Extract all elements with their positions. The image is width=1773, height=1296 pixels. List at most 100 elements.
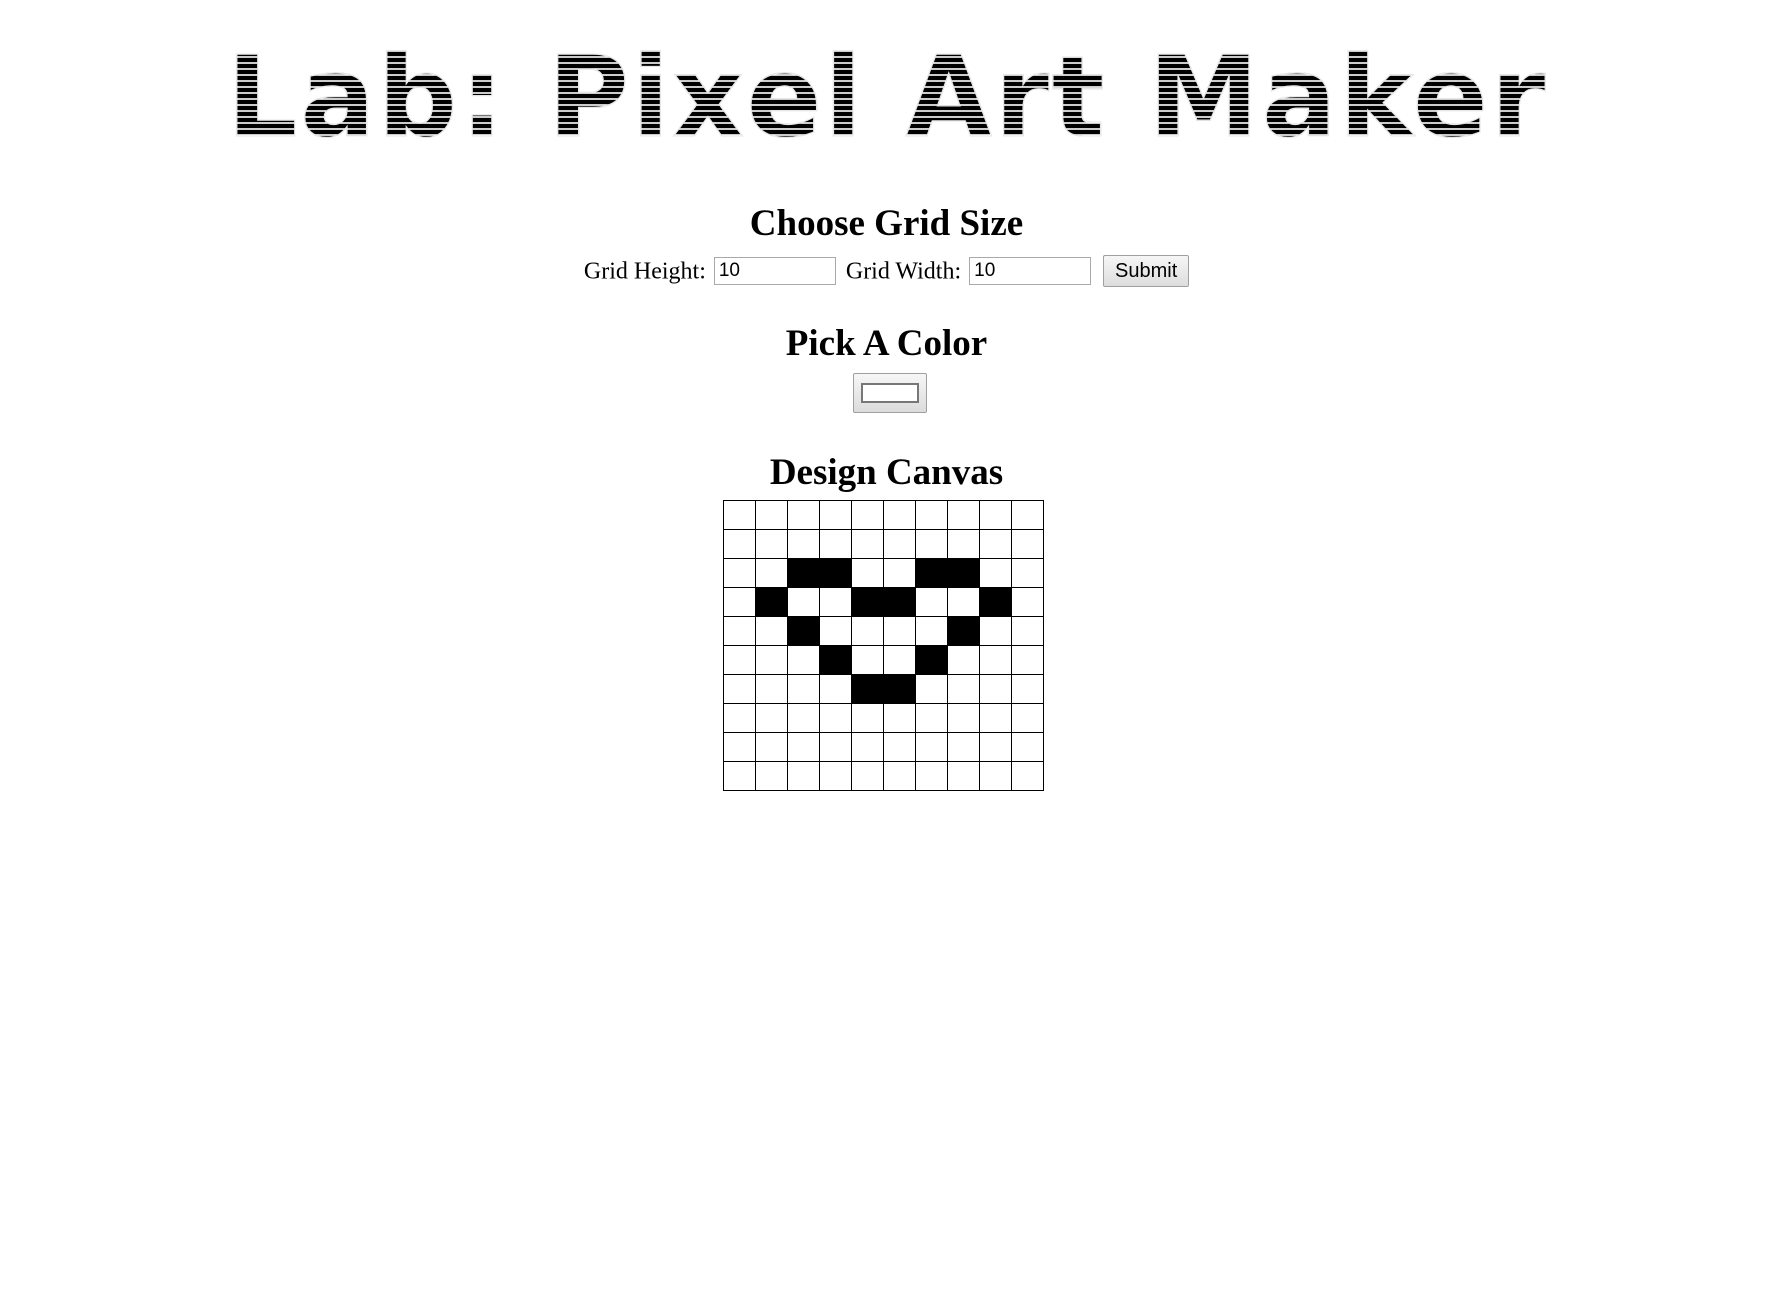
canvas-cell[interactable] xyxy=(819,674,852,704)
canvas-cell[interactable] xyxy=(883,703,916,733)
canvas-cell[interactable] xyxy=(947,529,980,559)
canvas-cell[interactable] xyxy=(1011,587,1044,617)
canvas-cell[interactable] xyxy=(851,558,884,588)
canvas-cell[interactable] xyxy=(787,529,820,559)
canvas-cell[interactable] xyxy=(723,558,756,588)
canvas-cell[interactable] xyxy=(723,674,756,704)
canvas-cell[interactable] xyxy=(723,529,756,559)
canvas-cell[interactable] xyxy=(1011,500,1044,530)
canvas-cell[interactable] xyxy=(947,616,980,646)
canvas-cell[interactable] xyxy=(883,732,916,762)
canvas-cell[interactable] xyxy=(787,761,820,791)
canvas-cell[interactable] xyxy=(787,558,820,588)
canvas-cell[interactable] xyxy=(979,529,1012,559)
canvas-cell[interactable] xyxy=(851,761,884,791)
canvas-cell[interactable] xyxy=(915,558,948,588)
canvas-cell[interactable] xyxy=(755,761,788,791)
canvas-cell[interactable] xyxy=(979,761,1012,791)
canvas-cell[interactable] xyxy=(947,558,980,588)
canvas-cell[interactable] xyxy=(787,732,820,762)
canvas-cell[interactable] xyxy=(723,732,756,762)
canvas-cell[interactable] xyxy=(915,732,948,762)
canvas-cell[interactable] xyxy=(915,645,948,675)
canvas-cell[interactable] xyxy=(819,645,852,675)
canvas-cell[interactable] xyxy=(755,645,788,675)
canvas-cell[interactable] xyxy=(883,761,916,791)
canvas-cell[interactable] xyxy=(883,616,916,646)
canvas-cell[interactable] xyxy=(947,674,980,704)
canvas-cell[interactable] xyxy=(915,529,948,559)
canvas-cell[interactable] xyxy=(851,645,884,675)
canvas-cell[interactable] xyxy=(819,558,852,588)
color-picker-input[interactable] xyxy=(853,373,927,413)
canvas-cell[interactable] xyxy=(723,616,756,646)
canvas-cell[interactable] xyxy=(851,732,884,762)
canvas-cell[interactable] xyxy=(979,587,1012,617)
canvas-cell[interactable] xyxy=(979,674,1012,704)
canvas-cell[interactable] xyxy=(1011,616,1044,646)
canvas-cell[interactable] xyxy=(755,558,788,588)
canvas-cell[interactable] xyxy=(883,558,916,588)
canvas-cell[interactable] xyxy=(947,732,980,762)
canvas-cell[interactable] xyxy=(851,674,884,704)
canvas-cell[interactable] xyxy=(915,761,948,791)
canvas-cell[interactable] xyxy=(819,587,852,617)
canvas-cell[interactable] xyxy=(1011,674,1044,704)
canvas-cell[interactable] xyxy=(851,703,884,733)
canvas-cell[interactable] xyxy=(851,500,884,530)
canvas-cell[interactable] xyxy=(979,558,1012,588)
canvas-cell[interactable] xyxy=(819,500,852,530)
canvas-cell[interactable] xyxy=(723,703,756,733)
canvas-cell[interactable] xyxy=(819,761,852,791)
canvas-cell[interactable] xyxy=(1011,703,1044,733)
canvas-cell[interactable] xyxy=(787,645,820,675)
grid-width-input[interactable] xyxy=(969,257,1092,286)
canvas-cell[interactable] xyxy=(883,529,916,559)
submit-button[interactable]: Submit xyxy=(1103,255,1190,288)
canvas-cell[interactable] xyxy=(755,674,788,704)
canvas-cell[interactable] xyxy=(723,645,756,675)
canvas-cell[interactable] xyxy=(851,587,884,617)
canvas-cell[interactable] xyxy=(883,645,916,675)
canvas-cell[interactable] xyxy=(787,674,820,704)
canvas-cell[interactable] xyxy=(979,616,1012,646)
canvas-cell[interactable] xyxy=(1011,732,1044,762)
canvas-cell[interactable] xyxy=(915,616,948,646)
canvas-cell[interactable] xyxy=(915,500,948,530)
canvas-cell[interactable] xyxy=(819,732,852,762)
canvas-cell[interactable] xyxy=(947,761,980,791)
canvas-cell[interactable] xyxy=(819,703,852,733)
canvas-cell[interactable] xyxy=(819,529,852,559)
canvas-cell[interactable] xyxy=(755,732,788,762)
pixel-canvas[interactable] xyxy=(723,500,1044,791)
canvas-cell[interactable] xyxy=(819,616,852,646)
canvas-cell[interactable] xyxy=(787,587,820,617)
canvas-cell[interactable] xyxy=(947,703,980,733)
canvas-cell[interactable] xyxy=(947,645,980,675)
canvas-cell[interactable] xyxy=(883,674,916,704)
canvas-cell[interactable] xyxy=(979,645,1012,675)
canvas-cell[interactable] xyxy=(723,500,756,530)
canvas-cell[interactable] xyxy=(1011,558,1044,588)
canvas-cell[interactable] xyxy=(883,587,916,617)
canvas-cell[interactable] xyxy=(915,703,948,733)
canvas-cell[interactable] xyxy=(1011,645,1044,675)
canvas-cell[interactable] xyxy=(787,500,820,530)
grid-height-input[interactable] xyxy=(713,257,836,286)
canvas-cell[interactable] xyxy=(915,587,948,617)
canvas-cell[interactable] xyxy=(947,500,980,530)
canvas-cell[interactable] xyxy=(755,703,788,733)
canvas-cell[interactable] xyxy=(979,703,1012,733)
canvas-cell[interactable] xyxy=(851,529,884,559)
canvas-cell[interactable] xyxy=(915,674,948,704)
canvas-cell[interactable] xyxy=(979,732,1012,762)
canvas-cell[interactable] xyxy=(755,529,788,559)
canvas-cell[interactable] xyxy=(979,500,1012,530)
canvas-cell[interactable] xyxy=(883,500,916,530)
canvas-cell[interactable] xyxy=(755,500,788,530)
canvas-cell[interactable] xyxy=(755,616,788,646)
canvas-cell[interactable] xyxy=(1011,529,1044,559)
canvas-cell[interactable] xyxy=(723,761,756,791)
canvas-cell[interactable] xyxy=(755,587,788,617)
canvas-cell[interactable] xyxy=(1011,761,1044,791)
